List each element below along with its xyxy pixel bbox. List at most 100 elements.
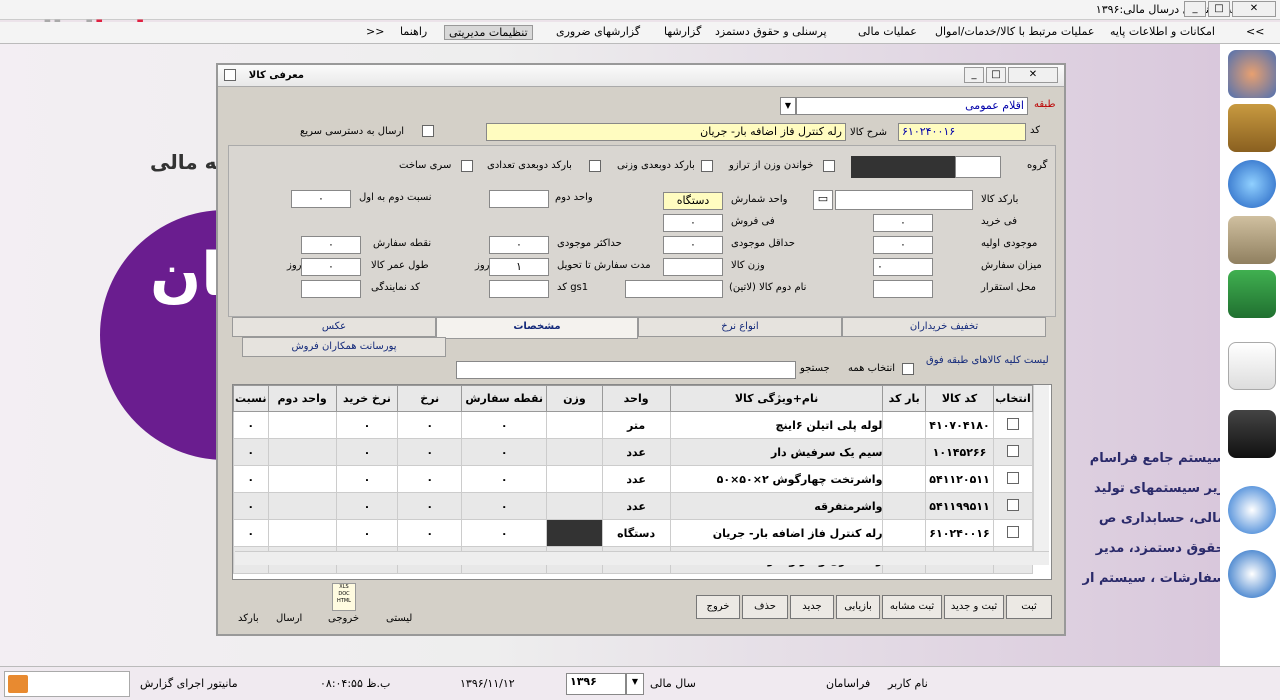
min-stock-input[interactable]: ۰ (663, 236, 723, 254)
latin-name-input[interactable] (625, 280, 723, 298)
calendar-icon[interactable] (8, 675, 28, 693)
fiscal-year-select[interactable]: ۱۳۹۶ (566, 673, 626, 695)
row-checkbox[interactable] (1007, 444, 1020, 457)
menu-base-info[interactable]: امکانات و اطلاعات پایه (1110, 25, 1215, 38)
chevron-down-icon[interactable]: ▼ (626, 673, 644, 695)
tab-photo[interactable]: عکس (232, 317, 436, 337)
col-select[interactable]: انتخاب (993, 385, 1033, 412)
vertical-scrollbar[interactable] (1033, 385, 1049, 551)
unit2-input[interactable] (489, 190, 549, 208)
save-new-button[interactable]: ثبت و جدید (944, 595, 1004, 619)
dialog-maximize-button[interactable]: □ (986, 67, 1006, 83)
scale-weight-checkbox[interactable] (823, 160, 835, 172)
export-file-icon[interactable]: XLS DOC HTML (332, 583, 356, 611)
weight-input[interactable] (663, 258, 723, 276)
col-unit2[interactable]: واحد دوم (267, 385, 337, 412)
initial-stock-input[interactable]: ۰ (873, 236, 933, 254)
menu-financial[interactable]: عملیات مالی (858, 25, 917, 38)
barcode-print-button[interactable]: بارکد (238, 613, 259, 624)
weight-2d-barcode-checkbox[interactable] (701, 160, 713, 172)
row-checkbox[interactable] (1007, 525, 1020, 538)
tab-rate-types[interactable]: انواع نرخ (638, 317, 842, 337)
menu-scroll-left[interactable]: << (1246, 25, 1264, 38)
buy-price-input[interactable]: ۰ (873, 214, 933, 232)
count-2d-barcode-checkbox[interactable] (589, 160, 601, 172)
support-hand-icon[interactable] (1228, 486, 1276, 534)
export-button[interactable]: خروجی (328, 613, 359, 624)
close-button[interactable]: ✕ (1232, 1, 1276, 17)
row-checkbox[interactable] (1007, 498, 1020, 511)
col-unit[interactable]: واحد (601, 385, 671, 412)
group-input[interactable] (955, 156, 1001, 178)
maximize-button[interactable]: □ (1208, 1, 1230, 17)
retrieve-button[interactable]: بازیابی (836, 595, 880, 619)
select-all-checkbox[interactable] (902, 363, 914, 375)
max-stock-input[interactable]: ۰ (489, 236, 549, 254)
location-input[interactable] (873, 280, 933, 298)
tab-specifications[interactable]: مشخصات (436, 317, 638, 339)
col-name[interactable]: نام+ویژگی کالا (669, 385, 884, 412)
list-report-button[interactable]: لیستی (386, 613, 412, 624)
code-input[interactable]: ۶۱۰۲۴۰۰۱۶ (898, 123, 1026, 141)
save-similar-button[interactable]: ثبت مشابه (882, 595, 942, 619)
dialog-minimize-button[interactable]: _ (964, 67, 984, 83)
gs1-label: کد gs1 (557, 282, 589, 293)
globe-icon[interactable] (1228, 160, 1276, 208)
row-checkbox[interactable] (1007, 471, 1020, 484)
teamviewer-icon[interactable] (1228, 550, 1276, 598)
users-icon[interactable] (1228, 50, 1276, 98)
table-row[interactable]: ۰ ۰ ۰ ۰ عدد واشرمتفرقه ۵۴۱۱۹۹۵۱۱ (233, 492, 1033, 520)
money-icon[interactable] (1228, 270, 1276, 318)
minimize-button[interactable]: _ (1184, 1, 1206, 17)
table-row[interactable]: ۰ ۰ ۰ ۰ متر لوله پلی اتیلن ۶اینچ ۴۱۰۷۰۴۱۸۰ (233, 411, 1033, 439)
menu-admin-settings[interactable]: تنظیمات مدیریتی (444, 25, 533, 40)
menu-essential-reports[interactable]: گزارشهای ضروری (556, 25, 640, 38)
order-qty-input[interactable]: ۰ (873, 258, 933, 276)
table-row[interactable]: ۰ ۰ ۰ ۰ عدد سیم یک سرفیش دار ۱۰۱۴۵۲۶۶ (233, 438, 1033, 466)
unit-input[interactable]: دستگاه (663, 192, 723, 210)
description-input[interactable]: رله کنترل فاز اضافه بار- جریان (486, 123, 846, 141)
category-select[interactable]: اقلام عمومی (796, 97, 1028, 115)
horizontal-scrollbar[interactable] (235, 551, 1049, 565)
agent-code-input[interactable] (301, 280, 361, 298)
quick-access-checkbox[interactable] (422, 125, 434, 137)
lifetime-input[interactable]: ۰ (301, 258, 361, 276)
ratio-input[interactable]: ۰ (291, 190, 351, 208)
menu-help[interactable]: راهنما (400, 25, 427, 38)
gs1-input[interactable] (489, 280, 549, 298)
col-weight[interactable]: وزن (546, 385, 603, 412)
new-button[interactable]: جدید (790, 595, 834, 619)
dialog-close-button[interactable]: ✕ (1008, 67, 1058, 83)
chevron-down-icon[interactable]: ▼ (780, 97, 796, 115)
exit-button[interactable]: خروج (696, 595, 740, 619)
menu-scroll-right[interactable]: >> (366, 25, 384, 38)
menu-reports[interactable]: گزارشها (664, 25, 701, 38)
menu-payroll[interactable]: پرسنلی و حقوق دستمزد (715, 25, 827, 38)
order-point-input[interactable]: ۰ (301, 236, 361, 254)
table-row[interactable]: ۰ ۰ ۰ ۰ عدد واشرتخت چهارگوش ۲×۵۰×۵۰ ۵۴۱۱۲۰۵۱۱ (233, 465, 1033, 493)
calculator-icon[interactable] (1228, 410, 1276, 458)
document-icon[interactable] (1228, 342, 1276, 390)
table-row[interactable]: ۰ ۰ ۰ ۰ دستگاه رله کنترل فاز اضافه بار- جریان… (233, 519, 1033, 547)
archive-box-icon[interactable] (1228, 104, 1276, 152)
save-button[interactable]: ثبت (1006, 595, 1052, 619)
menu-goods-ops[interactable]: عملیات مرتبط با کالا/خدمات/اموال (935, 25, 1094, 38)
delete-button[interactable]: حذف (742, 595, 788, 619)
col-ratio[interactable]: نسبت (233, 385, 269, 412)
search-input[interactable] (456, 361, 796, 379)
folder-icon[interactable]: ▭ (813, 190, 833, 210)
col-code[interactable]: کد کالا (924, 385, 995, 412)
col-rate[interactable]: نرخ (397, 385, 463, 412)
col-barcode[interactable]: بار کد (882, 385, 926, 412)
serial-build-checkbox[interactable] (461, 160, 473, 172)
col-buy-rate[interactable]: نرخ خرید (335, 385, 399, 412)
row-checkbox[interactable] (1007, 417, 1020, 430)
notebook-icon[interactable] (1228, 216, 1276, 264)
col-order-point[interactable]: نقطه سفارش (461, 385, 548, 412)
delivery-input[interactable]: ۱ (489, 258, 549, 276)
barcode-input[interactable] (835, 190, 973, 210)
tab-sales-commission[interactable]: پورسانت همکاران فروش (242, 337, 446, 357)
send-button[interactable]: ارسال (276, 613, 302, 624)
tab-buyer-discount[interactable]: تخفیف خریداران (842, 317, 1046, 337)
sell-price-input[interactable]: ۰ (663, 214, 723, 232)
